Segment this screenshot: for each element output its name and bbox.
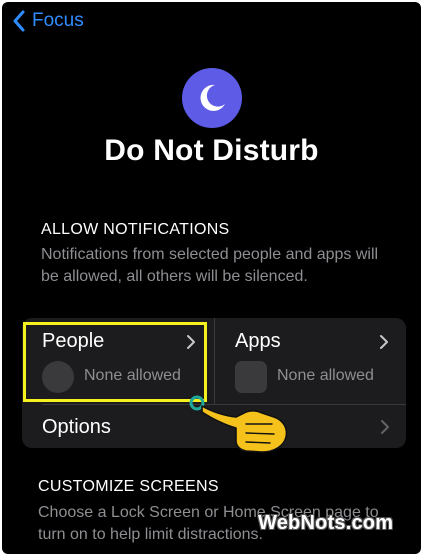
hand-pointer-icon: [189, 395, 288, 453]
people-label: People: [42, 330, 105, 352]
focus-mode-badge: [182, 68, 242, 128]
apps-status: None allowed: [277, 367, 374, 384]
apps-label: Apps: [235, 330, 281, 352]
people-avatar-placeholder: [42, 361, 74, 393]
allow-notifications-header: ALLOW NOTIFICATIONS: [41, 221, 230, 238]
chevron-right-icon: [380, 335, 388, 349]
back-button[interactable]: Focus: [12, 10, 84, 32]
customize-screens-header: CUSTOMIZE SCREENS: [38, 478, 219, 495]
back-label: Focus: [32, 10, 84, 31]
chevron-left-icon: [13, 10, 25, 32]
watermark: WebNots.com: [258, 512, 394, 534]
chevron-right-icon: [381, 420, 389, 434]
allow-notifications-description: Notifications from selected people and a…: [41, 246, 379, 285]
app-icon-placeholder: [235, 361, 267, 393]
people-option[interactable]: People None allowed: [22, 318, 212, 404]
settings-screen: Focus Do Not Disturb ALLOW NOTIFICATIONS…: [2, 2, 421, 554]
people-status: None allowed: [84, 367, 181, 384]
moon-icon: [200, 84, 225, 111]
chevron-right-icon: [187, 335, 195, 349]
apps-option[interactable]: Apps None allowed: [215, 318, 405, 404]
options-label: Options: [42, 416, 111, 438]
page-title: Do Not Disturb: [104, 134, 319, 167]
